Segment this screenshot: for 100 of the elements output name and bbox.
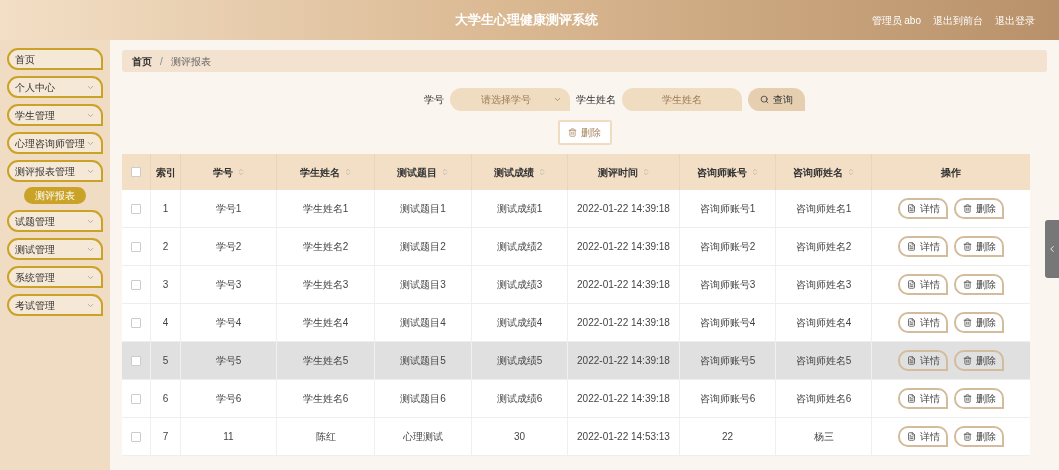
table-cell-text: 测试题目6 [400, 392, 446, 406]
sidebar-item[interactable]: 考试管理 [7, 294, 103, 316]
table-cell-text: 2022-01-22 14:39:18 [577, 354, 670, 368]
sidebar-item[interactable]: 个人中心 [7, 76, 103, 98]
trash-icon [962, 394, 972, 403]
details-button[interactable]: 详情 [898, 312, 948, 333]
document-icon [906, 318, 916, 327]
collapse-handle[interactable] [1045, 220, 1059, 278]
table-row[interactable]: 1 学号1 学生姓名1 测试题目1 测试成绩1 2022-01-22 14:39:18 咨询师账号1 咨询师姓名1 详情 删除 [122, 190, 1030, 228]
details-button[interactable]: 详情 [898, 350, 948, 371]
table-row[interactable]: 7 11 陈红 心理测试 30 2022-01-22 14:53:13 22 杨三 详情 删除 [122, 418, 1030, 456]
sidebar-item[interactable]: 学生管理 [7, 104, 103, 126]
table-cell-text: 咨询师姓名4 [795, 316, 852, 330]
table-cell-text: 1 [162, 202, 169, 216]
breadcrumb-link[interactable]: 首页 [132, 53, 152, 69]
table-cell-text: 2022-01-22 14:39:18 [577, 392, 670, 406]
sort-icon[interactable] [236, 168, 245, 176]
table-row[interactable]: 4 学号4 学生姓名4 测试题目4 测试成绩4 2022-01-22 14:39:18 咨询师账号4 咨询师姓名4 详情 删除 [122, 304, 1030, 342]
sidebar-item[interactable]: 系统管理 [7, 266, 103, 288]
details-button[interactable]: 详情 [898, 388, 948, 409]
row-checkbox[interactable] [131, 431, 141, 442]
details-button[interactable]: 详情 [898, 274, 948, 295]
table-cell-text: 2022-01-22 14:39:18 [577, 240, 670, 254]
table-cell-text: 学生姓名5 [302, 354, 349, 368]
table-row[interactable]: 2 学号2 学生姓名2 测试题目2 测试成绩2 2022-01-22 14:39:18 咨询师账号2 咨询师姓名2 详情 删除 [122, 228, 1030, 266]
sort-icon[interactable] [537, 168, 546, 176]
details-button[interactable]: 详情 [898, 426, 948, 447]
table-row[interactable]: 5 学号5 学生姓名5 测试题目5 测试成绩5 2022-01-22 14:39:18 咨询师账号5 咨询师姓名5 详情 删除 [122, 342, 1030, 380]
delete-row-button[interactable]: 删除 [954, 274, 1004, 295]
table-cell-text: 2022-01-22 14:39:18 [577, 278, 670, 292]
chevron-left-icon [1047, 244, 1057, 254]
trash-icon [962, 432, 972, 441]
table-cell-text: 测试成绩6 [496, 392, 543, 406]
table-cell-text: 测试成绩2 [496, 240, 543, 254]
column-header: 学号 [212, 165, 233, 180]
search-icon [760, 95, 769, 104]
table-cell-text: 心理测试 [403, 430, 443, 444]
breadcrumb-separator: / [160, 54, 163, 69]
select-all-checkbox[interactable] [131, 167, 141, 177]
delete-row-button[interactable]: 删除 [954, 236, 1004, 257]
table-row[interactable]: 6 学号6 学生姓名6 测试题目6 测试成绩6 2022-01-22 14:39:18 咨询师账号6 咨询师姓名6 详情 删除 [122, 380, 1030, 418]
delete-row-button[interactable]: 删除 [954, 198, 1004, 219]
table-cell-text: 咨询师姓名1 [795, 202, 852, 216]
table-cell-text: 咨询师姓名2 [795, 240, 852, 254]
delete-row-button[interactable]: 删除 [954, 350, 1004, 371]
row-checkbox[interactable] [131, 355, 141, 366]
row-checkbox[interactable] [131, 317, 141, 328]
table-cell-text: 测试题目3 [400, 278, 446, 292]
search-button[interactable]: 查询 [748, 88, 805, 111]
table-cell-text: 11 [223, 430, 234, 444]
chevron-down-icon [553, 95, 562, 104]
breadcrumb-link[interactable]: 测评报表 [170, 53, 211, 69]
sidebar-item[interactable]: 测试管理 [7, 238, 103, 260]
sidebar-item[interactable]: 试题管理 [7, 210, 103, 232]
document-icon [906, 432, 916, 441]
table-cell-text: 咨询师姓名3 [795, 278, 852, 292]
table-row[interactable]: 3 学号3 学生姓名3 测试题目3 测试成绩3 2022-01-22 14:39:18 咨询师账号3 咨询师姓名3 详情 删除 [122, 266, 1030, 304]
trash-icon [962, 318, 972, 327]
table-cell-text: 测试题目1 [400, 202, 446, 216]
input-field[interactable]: 学生姓名 [622, 88, 742, 111]
sidebar-item[interactable]: 首页 [7, 48, 103, 70]
table-cell-text: 2022-01-22 14:53:13 [577, 430, 670, 444]
table-cell-text: 咨询师姓名6 [795, 392, 852, 406]
delete-row-button[interactable]: 删除 [954, 312, 1004, 333]
trash-icon [568, 128, 577, 137]
delete-row-button[interactable]: 删除 [954, 388, 1004, 409]
column-header: 学生姓名 [299, 165, 340, 180]
app-title: 大学生心理健康测评系统 [455, 11, 598, 30]
document-icon [906, 394, 916, 403]
table-cell-text: 咨询师姓名5 [795, 354, 852, 368]
table-cell-text: 咨询师账号1 [699, 202, 756, 216]
details-button[interactable]: 详情 [898, 236, 948, 257]
table-cell-text: 学号2 [215, 240, 242, 254]
sort-icon[interactable] [750, 168, 759, 176]
document-icon [906, 242, 916, 251]
row-checkbox[interactable] [131, 203, 141, 214]
table-cell-text: 学号5 [215, 354, 242, 368]
document-icon [906, 356, 916, 365]
table-cell-text: 测试成绩5 [496, 354, 543, 368]
sidebar-item[interactable]: 心理咨询师管理 [7, 132, 103, 154]
table-cell-text: 咨询师账号5 [699, 354, 756, 368]
table-cell-text: 咨询师账号2 [699, 240, 756, 254]
row-checkbox[interactable] [131, 279, 141, 290]
sort-icon[interactable] [441, 168, 449, 176]
sort-icon[interactable] [641, 168, 650, 176]
sort-icon[interactable] [846, 168, 855, 176]
row-checkbox[interactable] [131, 393, 141, 404]
row-checkbox[interactable] [131, 241, 141, 252]
column-header: 索引 [155, 165, 176, 180]
trash-icon [962, 280, 972, 289]
delete-row-button[interactable]: 删除 [954, 426, 1004, 447]
table-cell-text: 学生姓名6 [302, 392, 349, 406]
column-header: 咨询师账号 [696, 165, 747, 180]
table-cell-text: 6 [162, 392, 169, 406]
table-cell-text: 测试题目4 [400, 316, 446, 330]
delete-button[interactable]: 删除 [557, 120, 612, 145]
table-cell-text: 7 [162, 430, 169, 444]
sort-icon[interactable] [343, 168, 352, 176]
sidebar-item[interactable]: 测评报表管理 [7, 160, 103, 182]
details-button[interactable]: 详情 [898, 198, 948, 219]
